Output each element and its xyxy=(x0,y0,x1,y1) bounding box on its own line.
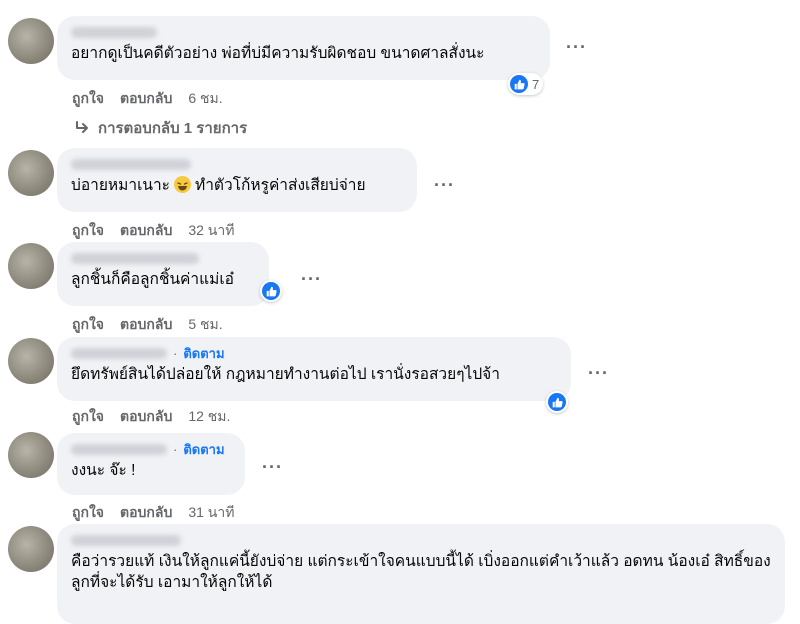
author-name-blurred[interactable] xyxy=(71,347,167,359)
author-name-blurred[interactable] xyxy=(71,252,199,264)
follow-button[interactable]: ติดตาม xyxy=(183,439,224,460)
more-options-icon[interactable]: ··· xyxy=(566,38,587,56)
like-button[interactable]: ถูกใจ xyxy=(72,220,104,242)
author-name-blurred[interactable] xyxy=(71,443,167,455)
avatar[interactable] xyxy=(8,150,54,196)
like-button[interactable]: ถูกใจ xyxy=(72,314,104,336)
comment-text: ยึดทรัพย์สินได้ปล่อยให้ กฎหมายทำงานต่อไป… xyxy=(71,366,500,383)
reply-button[interactable]: ตอบกลับ xyxy=(120,406,172,428)
avatar[interactable] xyxy=(8,243,54,289)
reply-button[interactable]: ตอบกลับ xyxy=(120,88,172,110)
comment-time[interactable]: 32 นาที xyxy=(188,220,234,242)
follow-button[interactable]: ติดตาม xyxy=(183,343,224,364)
more-options-icon[interactable]: ··· xyxy=(434,176,455,194)
view-replies-link[interactable]: การตอบกลับ 1 รายการ xyxy=(74,116,247,140)
more-options-icon[interactable]: ··· xyxy=(301,270,322,288)
like-button[interactable]: ถูกใจ xyxy=(72,406,104,428)
replies-label: การตอบกลับ 1 รายการ xyxy=(98,120,248,137)
like-icon xyxy=(548,393,566,411)
comment-time[interactable]: 6 ชม. xyxy=(188,88,222,110)
comment-text: คือว่ารวยแท้ เงินให้ลูกแค่นี้ยังบ่จ่าย แ… xyxy=(71,553,771,591)
reaction-summary[interactable] xyxy=(260,280,282,302)
reaction-summary[interactable]: 7 xyxy=(508,73,544,95)
comment-bubble: · ติดตาม งงนะ จ๊ะ ! xyxy=(57,433,245,495)
reply-button[interactable]: ตอบกลับ xyxy=(120,502,172,524)
comment-text: ลูกชิ้นก็คือลูกชิ้นค่าแม่เอ๋ xyxy=(71,271,234,288)
author-name-blurred[interactable] xyxy=(71,158,191,170)
like-button[interactable]: ถูกใจ xyxy=(72,502,104,524)
reply-arrow-icon xyxy=(76,121,88,133)
more-options-icon[interactable]: ··· xyxy=(262,458,283,476)
reply-button[interactable]: ตอบกลับ xyxy=(120,220,172,242)
separator-dot: · xyxy=(173,441,178,457)
comment-time[interactable]: 12 ชม. xyxy=(188,406,230,428)
like-icon xyxy=(510,75,528,93)
comment-bubble: ลูกชิ้นก็คือลูกชิ้นค่าแม่เอ๋ xyxy=(57,242,269,306)
more-options-icon[interactable]: ··· xyxy=(588,364,609,382)
avatar[interactable] xyxy=(8,526,54,572)
like-button[interactable]: ถูกใจ xyxy=(72,88,104,110)
comment-bubble: · ติดตาม ยึดทรัพย์สินได้ปล่อยให้ กฎหมายท… xyxy=(57,337,571,401)
comment-text: บ่อายหมาเนาะ ทำตัวโก้หรูค่าส่งเสียบ่จ่าย xyxy=(71,176,366,194)
like-icon xyxy=(262,282,280,300)
comment-bubble: บ่อายหมาเนาะ ทำตัวโก้หรูค่าส่งเสียบ่จ่าย xyxy=(57,148,417,212)
comment-time[interactable]: 31 นาที xyxy=(188,502,234,524)
reply-button[interactable]: ตอบกลับ xyxy=(120,314,172,336)
comment-text: งงนะ จ๊ะ ! xyxy=(71,462,136,479)
comment-bubble: คือว่ารวยแท้ เงินให้ลูกแค่นี้ยังบ่จ่าย แ… xyxy=(57,524,785,624)
separator-dot: · xyxy=(173,345,178,361)
reaction-count: 7 xyxy=(532,76,540,92)
reaction-summary[interactable] xyxy=(546,391,568,413)
laughing-emoji-icon xyxy=(174,176,191,193)
avatar[interactable] xyxy=(8,432,54,478)
comment-time[interactable]: 5 ชม. xyxy=(188,314,222,336)
avatar[interactable] xyxy=(8,338,54,384)
author-name-blurred[interactable] xyxy=(71,26,157,38)
comment-bubble: อยากดูเป็นคดีตัวอย่าง พ่อที่บ่มีความรับผ… xyxy=(57,16,550,80)
comment-text: อยากดูเป็นคดีตัวอย่าง พ่อที่บ่มีความรับผ… xyxy=(71,45,485,62)
author-name-blurred[interactable] xyxy=(71,534,181,546)
avatar[interactable] xyxy=(8,18,54,64)
